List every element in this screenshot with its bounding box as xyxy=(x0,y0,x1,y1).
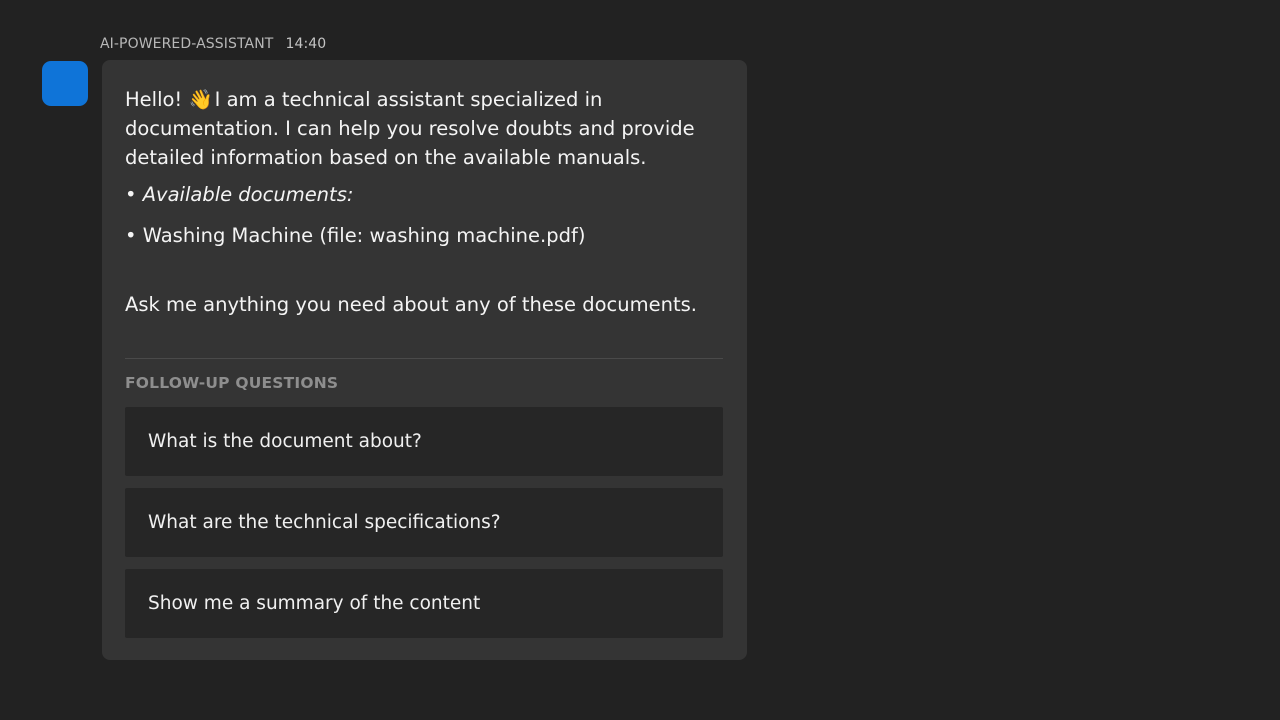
documents-heading: • Available documents: xyxy=(125,183,354,206)
sender-name: AI-POWERED-ASSISTANT xyxy=(100,36,274,52)
message-header: AI-POWERED-ASSISTANT 14:40 xyxy=(100,35,326,53)
followup-question-button[interactable]: What is the document about? xyxy=(125,407,723,476)
closing-text: Ask me anything you need about any of th… xyxy=(125,293,697,316)
followup-questions-heading: FOLLOW-UP QUESTIONS xyxy=(125,374,339,392)
followup-question-button[interactable]: What are the technical specifications? xyxy=(125,488,723,557)
waving-hand-icon: 👋 xyxy=(188,88,213,111)
message-bubble: Hello! 👋 I am a technical assistant spec… xyxy=(102,60,747,660)
avatar xyxy=(42,61,88,106)
followup-question-label: What is the document about? xyxy=(148,431,422,452)
message-timestamp: 14:40 xyxy=(285,36,327,52)
intro-body: I am a technical assistant specialized i… xyxy=(125,88,695,169)
followup-question-label: Show me a summary of the content xyxy=(148,593,481,614)
followup-question-label: What are the technical specifications? xyxy=(148,512,501,533)
document-item: • Washing Machine (file: washing machine… xyxy=(125,224,586,247)
assistant-message: AI-POWERED-ASSISTANT 14:40 Hello! 👋 I am… xyxy=(0,0,1280,720)
divider xyxy=(125,358,723,359)
followup-question-button[interactable]: Show me a summary of the content xyxy=(125,569,723,638)
intro-text: Hello! 👋 I am a technical assistant spec… xyxy=(125,85,715,172)
greeting-text: Hello! xyxy=(125,88,183,111)
